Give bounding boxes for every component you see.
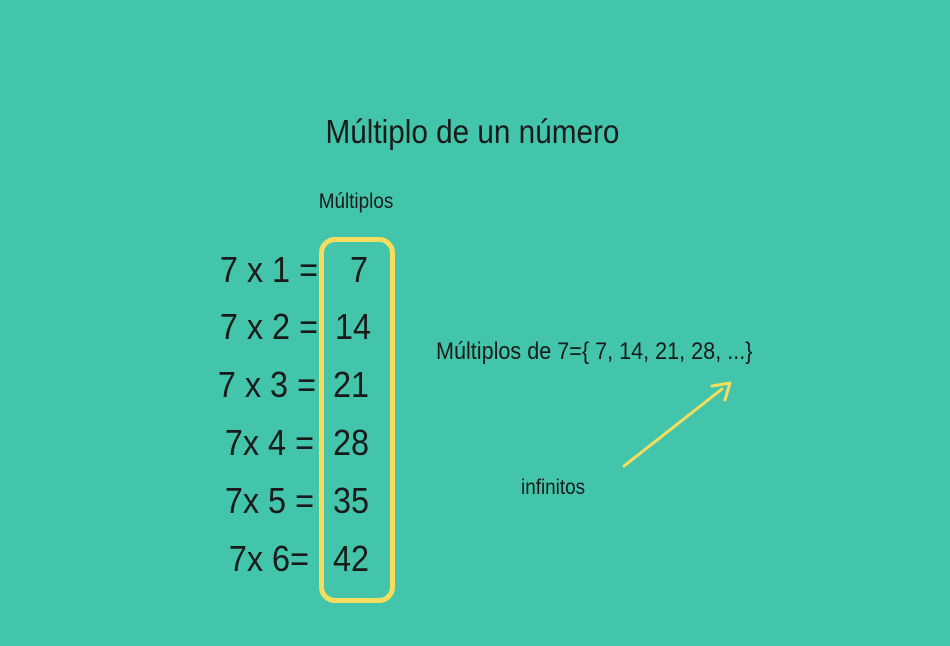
infinity-arrow-icon — [622, 381, 732, 468]
arrow-label: infinitos — [521, 476, 586, 499]
